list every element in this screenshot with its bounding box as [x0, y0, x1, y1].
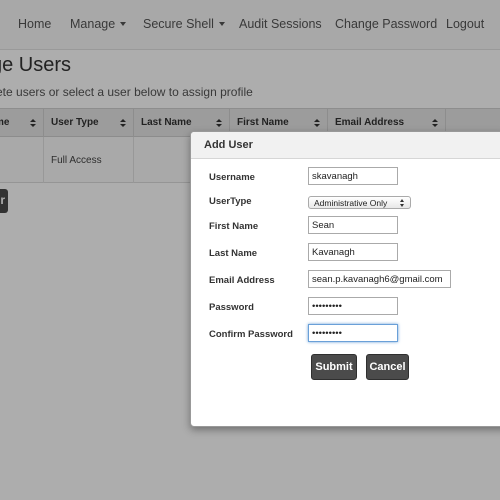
password-input[interactable]: [308, 297, 398, 315]
email-input[interactable]: [308, 270, 451, 288]
dialog-title: Add User: [204, 139, 253, 151]
confirm-password-label: Confirm Password: [209, 329, 293, 340]
email-label: Email Address: [209, 275, 275, 286]
submit-button[interactable]: Submit: [311, 354, 357, 380]
select-arrows-icon: [400, 199, 405, 207]
first-name-label: First Name: [209, 221, 259, 232]
usertype-selected-value: Administrative Only: [314, 198, 388, 208]
last-name-label: Last Name: [209, 248, 258, 259]
first-name-input[interactable]: [308, 216, 398, 234]
dialog-header: Add User: [191, 132, 500, 159]
password-label: Password: [209, 302, 254, 313]
add-user-dialog: Add User Username UserType Administrativ…: [190, 131, 500, 427]
usertype-select[interactable]: Administrative Only: [308, 196, 411, 209]
confirm-password-input[interactable]: [308, 324, 398, 342]
usertype-label: UserType: [209, 196, 252, 207]
last-name-input[interactable]: [308, 243, 398, 261]
username-label: Username: [209, 172, 255, 183]
username-input[interactable]: [308, 167, 398, 185]
cancel-button[interactable]: Cancel: [366, 354, 409, 380]
